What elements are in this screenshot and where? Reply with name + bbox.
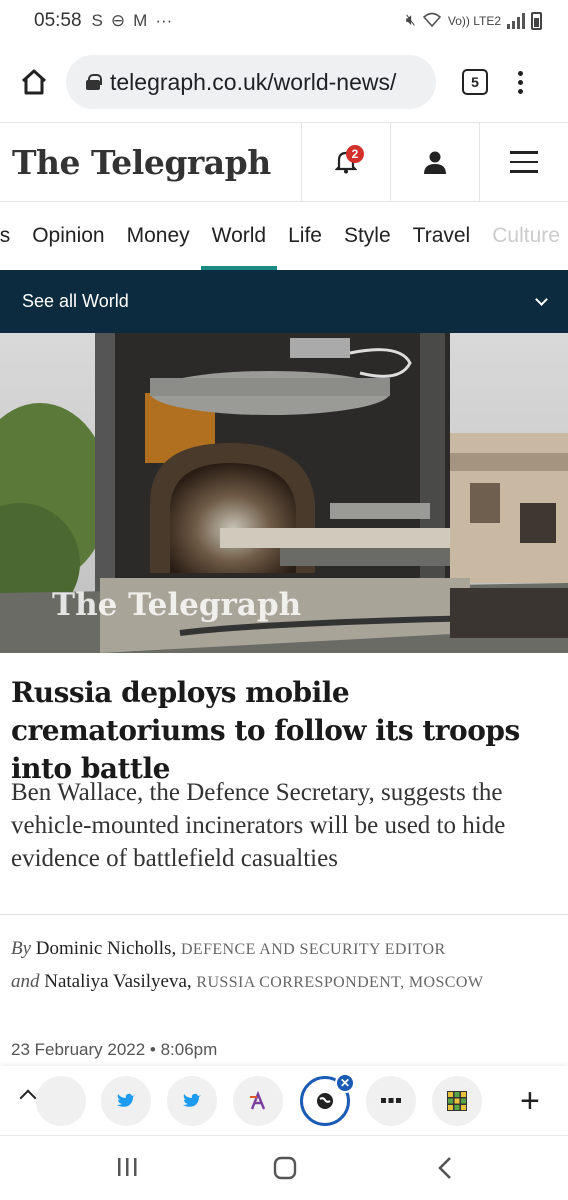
nav-item-world[interactable]: World	[200, 202, 278, 270]
more-dots-icon	[381, 1098, 401, 1103]
signal-icon	[507, 13, 525, 29]
telegraph-logo[interactable]: The Telegraph	[0, 123, 301, 201]
network-label: Vo)) LTE2	[447, 14, 501, 28]
more-apps-button[interactable]	[366, 1076, 416, 1126]
nav-item-life[interactable]: Life	[277, 202, 333, 270]
system-nav-bar	[0, 1136, 568, 1200]
notification-icons: S ⊖ M ···	[92, 11, 173, 31]
share-toolbar: ✕ +	[0, 1066, 568, 1136]
notifications-button[interactable]: 2	[301, 123, 390, 201]
translate-icon	[250, 1091, 266, 1110]
main-menu-button[interactable]	[479, 123, 568, 201]
active-app-button[interactable]: ✕	[300, 1073, 355, 1126]
mute-icon: 🔇︎	[405, 12, 416, 29]
byline-and: and	[11, 971, 40, 992]
twitter-icon	[117, 1093, 135, 1107]
article-headline: Russia deploys mobile crematoriums to fo…	[11, 676, 520, 785]
globe-icon	[317, 1093, 333, 1109]
status-time: 05:58	[34, 10, 82, 31]
grid-icon	[447, 1091, 467, 1111]
twitter-button-1[interactable]	[101, 1076, 151, 1126]
share-item-partial[interactable]	[36, 1076, 86, 1126]
home-button[interactable]	[14, 62, 54, 102]
user-icon	[424, 151, 446, 174]
nav-item-business[interactable]: Business	[0, 202, 21, 270]
browser-toolbar: telegraph.co.uk/world-news/ 5	[0, 42, 568, 122]
url-text: telegraph.co.uk/world-news/	[110, 68, 397, 95]
account-button[interactable]	[390, 123, 479, 201]
more-notifications-icon: ···	[155, 11, 173, 30]
chevron-down-icon	[535, 292, 548, 306]
nav-item-travel[interactable]: Travel	[402, 202, 482, 270]
notification-badge: 2	[346, 145, 364, 163]
see-all-world-dropdown[interactable]: See all World	[0, 270, 568, 333]
tab-switcher-button[interactable]: 5	[462, 69, 488, 95]
twitter-icon	[183, 1093, 201, 1107]
address-bar[interactable]: telegraph.co.uk/world-news/	[66, 55, 436, 109]
back-nav-button[interactable]	[434, 1156, 456, 1180]
nav-item-money[interactable]: Money	[116, 202, 201, 270]
article-byline: By Dominic Nicholls, DEFENCE AND SECURIT…	[11, 938, 484, 992]
close-icon[interactable]: ✕	[335, 1073, 355, 1093]
image-watermark: The Telegraph	[52, 587, 301, 623]
recent-apps-button[interactable]	[116, 1156, 138, 1178]
gmail-icon: M	[133, 11, 148, 30]
nav-item-style[interactable]: Style	[333, 202, 402, 270]
byline-by: By	[11, 938, 32, 959]
system-icons: 🔇︎ Vo)) LTE2	[406, 12, 542, 31]
divider	[0, 914, 568, 915]
wifi-icon	[422, 12, 442, 31]
site-header: The Telegraph 2	[0, 122, 568, 202]
minus-circle-icon: ⊖	[110, 11, 126, 30]
section-nav: Business Opinion Money World Life Style …	[0, 202, 568, 270]
home-icon	[21, 69, 47, 95]
article-standfirst: Ben Wallace, the Defence Secretary, sugg…	[11, 779, 506, 872]
author-link-1[interactable]: Dominic Nicholls	[36, 938, 172, 959]
home-nav-button[interactable]	[273, 1156, 297, 1180]
see-all-label: See all World	[22, 291, 129, 311]
nav-item-opinion[interactable]: Opinion	[21, 202, 115, 270]
status-bar: 05:58 S ⊖ M ··· 🔇︎ Vo)) LTE2	[0, 0, 568, 42]
author-role-1: DEFENCE AND SECURITY EDITOR	[180, 941, 446, 958]
add-icon[interactable]: +	[520, 1081, 540, 1121]
battery-icon	[531, 12, 542, 30]
author-link-2[interactable]: Nataliya Vasilyeva	[44, 971, 187, 992]
scroll-up-icon[interactable]	[19, 1089, 37, 1107]
nav-item-culture[interactable]: Culture	[481, 202, 568, 270]
hero-image: The Telegraph	[0, 333, 568, 653]
browser-menu-button[interactable]	[518, 70, 523, 94]
lock-icon	[86, 74, 102, 90]
author-role-2: RUSSIA CORRESPONDENT, MOSCOW	[196, 974, 484, 991]
hamburger-icon	[510, 151, 538, 173]
dollar-icon: S	[91, 11, 103, 30]
twitter-button-2[interactable]	[167, 1076, 217, 1126]
translate-button[interactable]	[233, 1076, 283, 1126]
article-date: 23 February 2022 • 8:06pm	[11, 1040, 218, 1059]
grid-app-button[interactable]	[432, 1076, 482, 1126]
